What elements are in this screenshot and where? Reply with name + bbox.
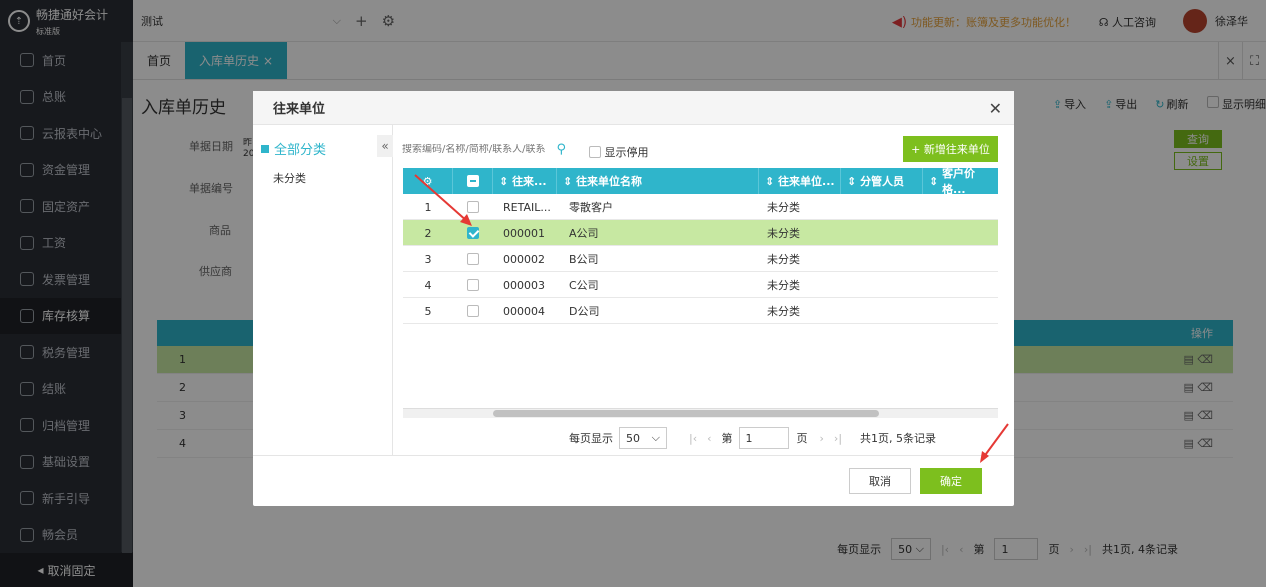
confirm-button[interactable]: 确定 <box>920 468 982 494</box>
last-page-icon[interactable]: ›| <box>834 432 842 445</box>
table-row[interactable]: 4 000003 C公司 未分类 <box>403 272 998 298</box>
cell-category: 未分类 <box>767 227 800 240</box>
dialog-title: 往来单位 <box>273 102 326 117</box>
partner-table: ⚙ ⇕ 往来... ⇕ 往来单位名称 ⇕ 往来单位... ⇕ 分管人员 ⇕ 客户… <box>403 167 998 324</box>
cell-category: 未分类 <box>767 279 800 292</box>
sort-icon: ⇕ <box>765 174 775 188</box>
sort-icon: ⇕ <box>563 174 573 188</box>
dialog-footer: 取消 确定 <box>253 455 1014 506</box>
search-input[interactable] <box>402 143 550 155</box>
first-page-icon[interactable]: |‹ <box>689 432 697 445</box>
page-value: 1 <box>745 431 753 445</box>
horizontal-scrollbar[interactable] <box>403 408 998 418</box>
cell-code: 000003 <box>503 278 545 292</box>
cell-name: C公司 <box>569 279 599 292</box>
cell-name: B公司 <box>569 253 599 266</box>
col-name[interactable]: ⇕ 往来单位名称 <box>557 168 759 194</box>
page-suffix: 页 <box>796 432 808 445</box>
per-page-select[interactable]: 50 ⌵ <box>619 427 667 449</box>
page-input[interactable]: 1 <box>738 427 789 449</box>
col-manager[interactable]: ⇕ 分管人员 <box>841 168 923 194</box>
row-checkbox-cell[interactable] <box>453 272 493 298</box>
col-label: 往来单位名称 <box>576 175 643 188</box>
row-checkbox-cell[interactable] <box>453 246 493 272</box>
category-all-label: 全部分类 <box>274 143 327 158</box>
select-all-checkbox[interactable] <box>466 175 479 187</box>
show-disabled-label: 显示停用 <box>604 146 649 159</box>
table-row[interactable]: 5 000004 D公司 未分类 <box>403 298 998 324</box>
partner-dialog: 往来单位 ✕ 全部分类 未分类 « ⚲ 显示停用 + 新增往来单位 ⚙ ⇕ 往来… <box>253 91 1014 506</box>
sort-icon: ⇕ <box>929 174 939 188</box>
prev-page-icon[interactable]: ‹ <box>707 432 711 445</box>
page-label: 第 <box>721 432 733 445</box>
table-row[interactable]: 2 000001 A公司 未分类 <box>403 220 998 246</box>
col-code[interactable]: ⇕ 往来... <box>493 168 557 194</box>
grid-icon <box>261 144 269 153</box>
row-number: 5 <box>424 304 432 318</box>
select-all-cell[interactable] <box>453 168 493 194</box>
col-label: 往来单位... <box>778 175 835 188</box>
col-category[interactable]: ⇕ 往来单位... <box>759 168 841 194</box>
table-header: ⚙ ⇕ 往来... ⇕ 往来单位名称 ⇕ 往来单位... ⇕ 分管人员 ⇕ 客户… <box>403 167 998 196</box>
table-row[interactable]: 3 000002 B公司 未分类 <box>403 246 998 272</box>
dialog-pager: 每页显示 50 ⌵ |‹ ‹ 第 1 页 › ›| 共1页, 5条记录 <box>403 424 998 452</box>
col-label: 往来... <box>512 175 547 188</box>
col-label: 分管人员 <box>860 175 905 188</box>
show-disabled-toggle[interactable]: 显示停用 <box>589 144 649 160</box>
column-settings-icon[interactable]: ⚙ <box>403 168 453 194</box>
search-icon[interactable]: ⚲ <box>556 142 566 157</box>
dialog-header: 往来单位 <box>253 91 1014 125</box>
row-number: 2 <box>424 226 432 240</box>
row-checkbox[interactable] <box>467 227 479 239</box>
row-checkbox[interactable] <box>467 305 479 317</box>
row-number: 1 <box>424 200 432 214</box>
table-row[interactable]: 1 RETAIL... 零散客户 未分类 <box>403 194 998 220</box>
row-checkbox-cell[interactable] <box>453 220 493 246</box>
cell-code: 000002 <box>503 252 545 266</box>
chevron-down-icon: ⌵ <box>651 431 660 444</box>
row-number: 3 <box>424 252 432 266</box>
cell-name: A公司 <box>569 227 599 240</box>
row-checkbox[interactable] <box>467 201 479 213</box>
next-page-icon[interactable]: › <box>820 432 824 445</box>
row-checkbox[interactable] <box>467 253 479 265</box>
cell-name: D公司 <box>569 305 600 318</box>
collapse-panel-icon[interactable]: « <box>377 135 393 157</box>
category-uncategorized[interactable]: 未分类 <box>273 170 306 186</box>
checkbox[interactable] <box>589 146 601 158</box>
col-label: 客户价格... <box>942 167 976 196</box>
per-page-value: 50 <box>626 431 640 445</box>
col-price[interactable]: ⇕ 客户价格... <box>923 167 998 196</box>
cell-name: 零散客户 <box>569 201 613 214</box>
cell-category: 未分类 <box>767 305 800 318</box>
search-box[interactable]: ⚲ <box>402 140 566 158</box>
cell-code: RETAIL... <box>503 200 551 214</box>
per-page-label: 每页显示 <box>569 432 613 445</box>
row-checkbox-cell[interactable] <box>453 298 493 324</box>
category-all[interactable]: 全部分类 <box>261 139 326 158</box>
category-panel: 全部分类 未分类 « <box>253 125 393 455</box>
pager-summary: 共1页, 5条记录 <box>860 432 937 445</box>
sort-icon: ⇕ <box>847 174 857 188</box>
row-checkbox-cell[interactable] <box>453 194 493 220</box>
close-icon[interactable]: ✕ <box>989 99 1002 118</box>
row-checkbox[interactable] <box>467 279 479 291</box>
cell-category: 未分类 <box>767 253 800 266</box>
cancel-button[interactable]: 取消 <box>849 468 911 494</box>
row-number: 4 <box>424 278 432 292</box>
add-partner-button[interactable]: + 新增往来单位 <box>903 136 998 162</box>
cell-category: 未分类 <box>767 201 800 214</box>
sort-icon: ⇕ <box>499 174 509 188</box>
scrollbar-thumb[interactable] <box>493 410 879 417</box>
cell-code: 000004 <box>503 304 545 318</box>
cell-code: 000001 <box>503 226 545 240</box>
